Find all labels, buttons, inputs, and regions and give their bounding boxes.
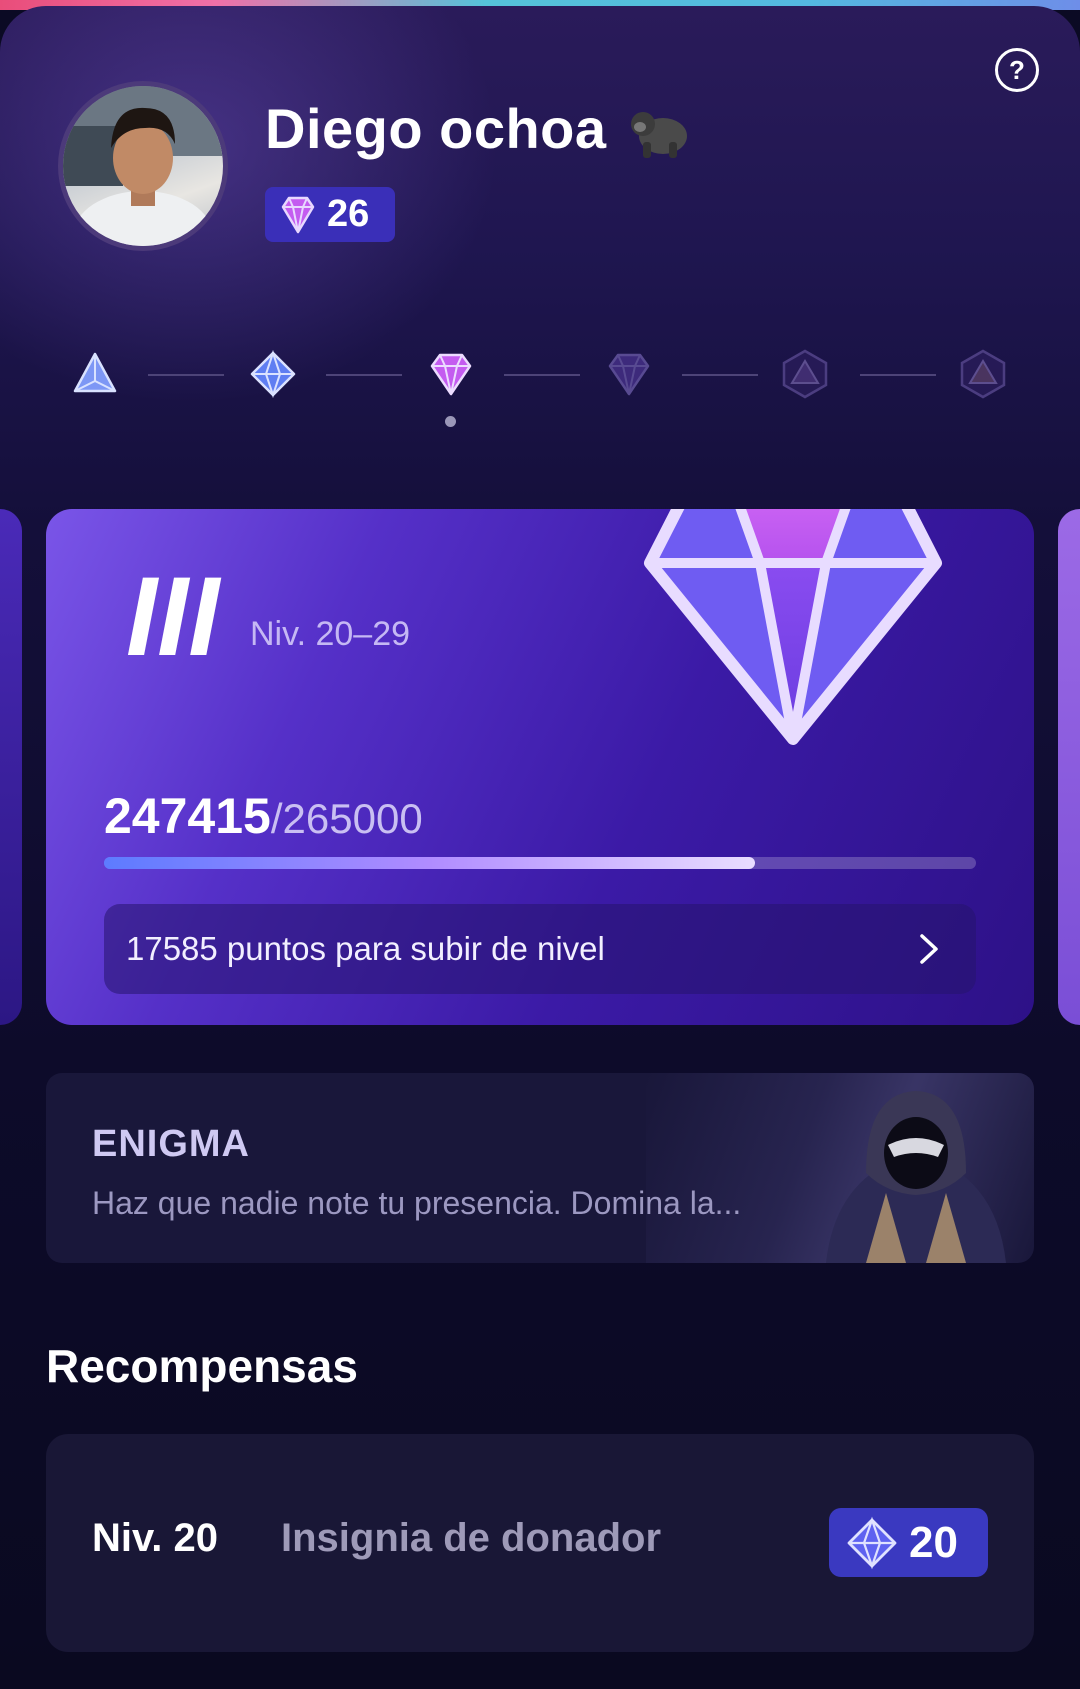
rewards-heading: Recompensas xyxy=(46,1340,358,1392)
tier-diamond-icon xyxy=(644,509,942,745)
tier-1-pyramid-icon[interactable] xyxy=(70,349,120,399)
next-tier-card[interactable] xyxy=(1058,509,1080,1025)
points-progress-text: 247415/265000 xyxy=(104,787,423,845)
tier-6-icosahedron-icon[interactable] xyxy=(958,349,1008,399)
level-number: 26 xyxy=(327,193,370,235)
tier-connector xyxy=(504,374,580,376)
reward-level: Niv. 20 xyxy=(92,1516,218,1560)
level-up-points-text: 17585 puntos para subir de nivel xyxy=(126,930,605,967)
tier-5-icosahedron-icon[interactable] xyxy=(780,349,830,399)
current-points: 247415 xyxy=(104,788,271,844)
tier-connector xyxy=(682,374,758,376)
octahedron-icon xyxy=(847,1516,897,1569)
chevron-right-icon xyxy=(920,934,938,964)
current-tier-indicator xyxy=(445,416,456,427)
enigma-description: Haz que nadie note tu presencia. Domina … xyxy=(92,1185,742,1221)
avatar-photo xyxy=(63,86,223,246)
tier-connector xyxy=(326,374,402,376)
svg-text:III: III xyxy=(126,567,222,663)
reward-row[interactable]: Niv. 20 Insignia de donador 20 xyxy=(46,1434,1034,1652)
tier-3-diamond-icon[interactable] xyxy=(426,349,476,399)
reward-level-badge: 20 xyxy=(829,1508,988,1577)
level-up-points-button[interactable]: 17585 puntos para subir de nivel xyxy=(104,904,976,994)
reward-name: Insignia de donador xyxy=(281,1516,662,1560)
reward-badge-number: 20 xyxy=(909,1517,958,1567)
question-icon: ? xyxy=(1009,54,1025,85)
level-sheet: ? Diego ochoa 26 III Niv. 20–29 247415/2… xyxy=(0,6,1080,1689)
username: Diego ochoa xyxy=(265,97,607,160)
enigma-title: ENIGMA xyxy=(92,1123,250,1165)
points-progress-fill xyxy=(104,857,756,869)
tier-4-diamond-icon[interactable] xyxy=(604,349,654,399)
tier-connector xyxy=(860,374,936,376)
points-progress-bar xyxy=(104,857,976,869)
tier-connector xyxy=(148,374,224,376)
tier-2-octahedron-icon[interactable] xyxy=(248,349,298,399)
tier-track xyxy=(0,346,1080,426)
gorilla-icon xyxy=(631,112,687,158)
level-range: Niv. 20–29 xyxy=(250,615,411,653)
avatar[interactable] xyxy=(58,81,228,251)
diamond-icon xyxy=(281,196,315,233)
level-card: III Niv. 20–29 247415/265000 17585 punto… xyxy=(46,509,1034,1025)
help-button[interactable]: ? xyxy=(995,48,1039,92)
level-badge[interactable]: 26 xyxy=(265,187,395,242)
hooded-figure-icon xyxy=(826,1091,1006,1263)
previous-tier-card[interactable] xyxy=(0,509,22,1025)
total-points: /265000 xyxy=(270,795,423,842)
enigma-banner[interactable]: ENIGMA Haz que nadie note tu presencia. … xyxy=(46,1073,1034,1263)
